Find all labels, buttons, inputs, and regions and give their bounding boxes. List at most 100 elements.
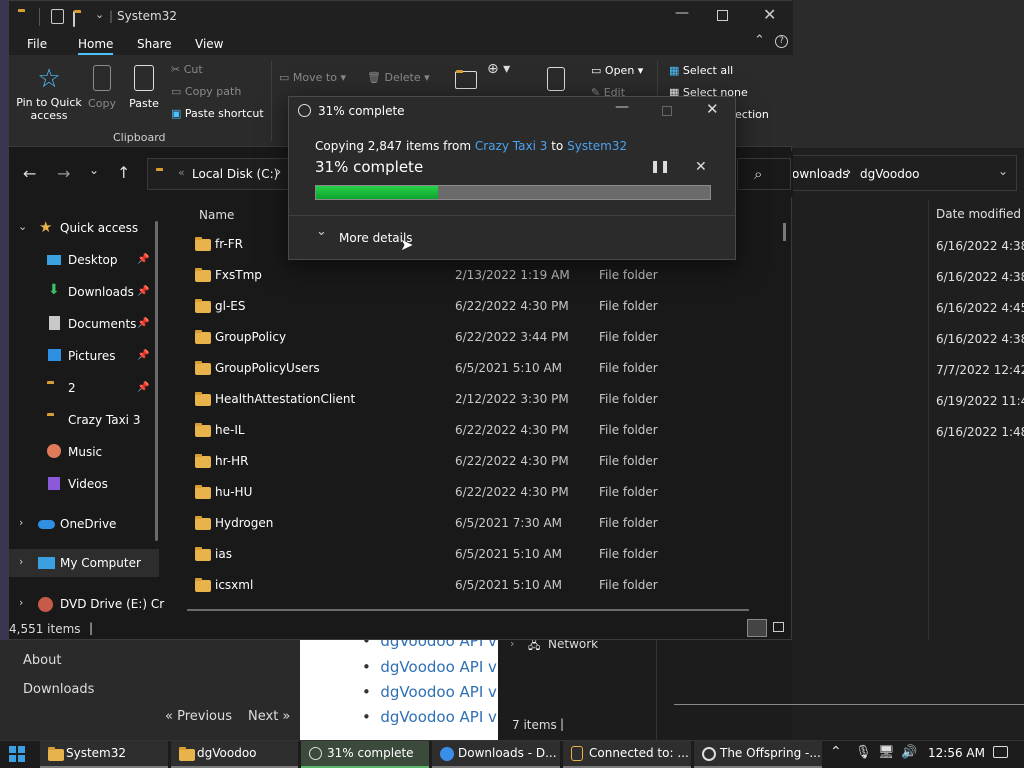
table-row[interactable]: hu-HU 6/22/2022 4:30 PM File folder [167,477,727,508]
vertical-scrollbar[interactable] [783,223,786,241]
horizontal-scrollbar[interactable] [187,609,749,611]
volume-icon[interactable]: 🔊 [901,745,917,760]
sidebar-item-onedrive[interactable]: › OneDrive [9,510,159,538]
about-link[interactable]: About [23,653,61,668]
previous-link[interactable]: « Previous [165,709,232,724]
network-icon[interactable]: 🖥 [878,745,895,760]
select-all-button[interactable]: ▦ Select all [669,64,733,77]
source-link[interactable]: Crazy Taxi 3 [475,139,547,153]
pause-button[interactable]: ❚❚ [650,159,670,173]
sidebar-item-documents[interactable]: Documents 📌 [9,310,159,338]
breadcrumb-local-disk[interactable]: Local Disk (C:) [192,167,278,181]
new-item-icon[interactable]: ⊕ ▾ [487,61,510,77]
api-link[interactable]: dgVoodoo API v2 [380,708,506,726]
quick-access-item[interactable]: ⌄ ★ Quick access [9,214,159,242]
tab-file[interactable]: File [27,37,47,51]
delete-button[interactable]: 🗑 Delete ▾ [367,71,430,84]
copy-path-button[interactable]: ▭ Copy path [171,85,241,98]
sidebar-item-dvd-drive[interactable]: › DVD Drive (E:) Cr [9,590,164,618]
api-link[interactable]: dgVoodoo API v2 [380,683,506,701]
sidebar-item-videos[interactable]: Videos [9,470,159,498]
minimize-button[interactable]: — [615,99,629,115]
copy-button[interactable]: Copy [87,65,117,110]
new-folder-icon[interactable] [73,11,75,27]
pin-to-quick-access-button[interactable]: ☆ Pin to Quick access [13,65,85,122]
help-icon[interactable]: ? [775,35,788,48]
back-button[interactable]: ← [23,164,36,183]
table-row[interactable]: he-IL 6/22/2022 4:30 PM File folder [167,415,727,446]
taskbar-music-app[interactable]: The Offspring -... [694,741,822,768]
microphone-icon[interactable]: 🎙 [855,745,872,760]
sidebar-item-crazy-taxi-3[interactable]: Crazy Taxi 3 [9,406,159,434]
new-folder-icon[interactable] [455,70,477,89]
table-row[interactable]: GroupPolicy 6/22/2022 3:44 PM File folder [167,322,727,353]
breadcrumb-overflow[interactable]: « [178,166,185,179]
invert-selection-button[interactable]: ection [735,108,769,121]
windows-start-icon[interactable] [9,746,25,762]
collapse-ribbon-icon[interactable]: ⌃ [754,33,765,48]
paste-shortcut-button[interactable]: ▣ Paste shortcut [171,107,264,120]
notifications-icon[interactable] [993,746,1008,758]
date-modified-header[interactable]: Date modified [936,207,1021,221]
api-link[interactable]: dgVoodoo API v2 [380,658,506,676]
taskbar-dgvoodoo[interactable]: dgVoodoo [171,741,298,768]
chevron-down-icon[interactable]: ⌄ [95,8,104,21]
recent-locations-button[interactable]: ⌄ [89,163,99,177]
taskbar-copy-progress[interactable]: 31% complete [301,741,429,768]
chevron-right-icon[interactable]: › [19,555,23,568]
details-view-button[interactable] [747,619,767,637]
properties-icon[interactable] [547,67,565,91]
paste-button[interactable]: Paste [127,65,161,110]
clock-time[interactable]: 12:56 AM [928,746,985,760]
chevron-right-icon[interactable]: › [276,165,281,180]
properties-icon[interactable] [51,9,64,24]
cut-button[interactable]: ✂ Cut [171,63,203,76]
table-row[interactable]: ias 6/5/2021 5:10 AM File folder [167,539,727,570]
cancel-button[interactable]: ✕ [695,159,707,175]
table-row[interactable]: HealthAttestationClient 2/12/2022 3:30 PM… [167,384,727,415]
next-link[interactable]: Next » [248,709,290,724]
maximize-button[interactable] [717,10,728,21]
taskbar-system32[interactable]: System32 [40,741,168,768]
sidebar-item-pictures[interactable]: Pictures 📌 [9,342,159,370]
chevron-right-icon[interactable]: › [19,596,23,609]
expand-details-icon[interactable]: ⌄ [316,224,327,239]
address-bar[interactable]: « Local Disk (C:) › [147,158,297,190]
sidebar-item-desktop[interactable]: Desktop 📌 [9,246,159,274]
pin-icon: 📌 [137,382,150,393]
chevron-right-icon[interactable]: › [19,516,23,529]
table-row[interactable]: hr-HR 6/22/2022 4:30 PM File folder [167,446,727,477]
move-to-button[interactable]: ▭ Move to ▾ [279,71,346,84]
close-button[interactable]: ✕ [706,100,719,118]
tab-share[interactable]: Share [137,37,172,51]
tab-home[interactable]: Home [78,37,114,55]
name-column-header[interactable]: Name [199,208,234,222]
scrollbar[interactable] [674,704,1024,705]
navigation-scrollbar[interactable] [155,221,158,541]
background-address-bar[interactable] [792,155,1017,191]
chevron-down-icon[interactable]: ⌄ [18,220,27,233]
up-button[interactable]: ↑ [117,163,130,182]
sidebar-item-2[interactable]: 2 📌 [9,374,159,402]
table-row[interactable]: GroupPolicyUsers 6/5/2021 5:10 AM File fol… [167,353,727,384]
sidebar-item-music[interactable]: Music [9,438,159,466]
minimize-button[interactable]: — [675,5,689,21]
sidebar-item-downloads[interactable]: ⬇ Downloads 📌 [9,278,159,306]
downloads-link[interactable]: Downloads [23,682,94,697]
destination-link[interactable]: System32 [567,139,627,153]
table-row[interactable]: gl-ES 6/22/2022 4:30 PM File folder [167,291,727,322]
large-icons-view-button[interactable] [773,622,784,632]
search-box[interactable]: ⌕ [737,158,791,190]
close-button[interactable]: ✕ [763,5,776,24]
taskbar-vpn[interactable]: Connected to: ... [563,741,691,768]
tab-view[interactable]: View [195,37,223,51]
table-row[interactable]: FxsTmp 2/13/2022 1:19 AM File folder [167,260,727,291]
table-row[interactable]: icsxml 6/5/2021 5:10 AM File folder [167,570,727,601]
sidebar-item-my-computer[interactable]: › My Computer [9,549,159,577]
forward-button[interactable]: → [57,164,70,183]
table-row[interactable]: Hydrogen 6/5/2021 7:30 AM File folder [167,508,727,539]
open-button[interactable]: ▭ Open ▾ [591,64,643,77]
taskbar-browser[interactable]: Downloads - D... [432,741,560,768]
title-bar[interactable]: ⌄ | System32 — ✕ [9,1,793,33]
show-hidden-icons-icon[interactable]: ⌃ [830,744,842,760]
